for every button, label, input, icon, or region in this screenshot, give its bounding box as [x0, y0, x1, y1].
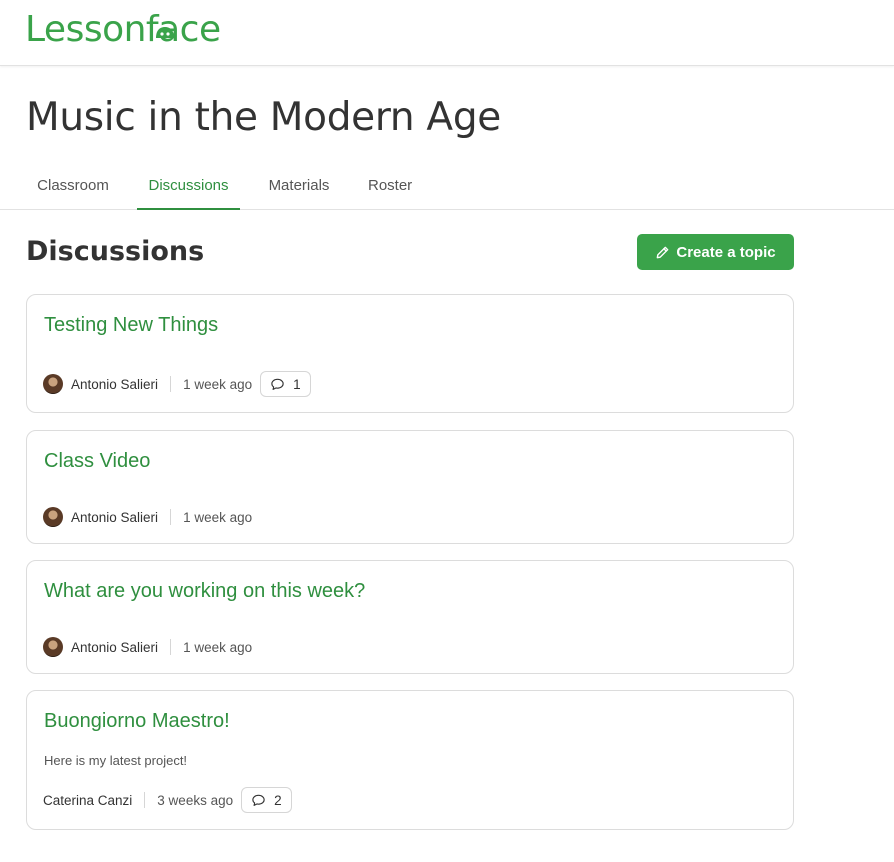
meta-divider [170, 509, 172, 525]
topic-title[interactable]: Buongiorno Maestro! [44, 708, 230, 734]
pencil-icon [657, 246, 669, 258]
section-title: Discussions [26, 236, 205, 267]
tab-classroom[interactable]: Classroom [26, 166, 120, 210]
topic-time: 1 week ago [183, 509, 253, 525]
meta-divider [170, 639, 172, 655]
lessonface-logo[interactable]: Lessonface [25, 10, 221, 50]
topic-time: 1 week ago [183, 376, 253, 392]
topic-meta: Antonio Salieri 1 week ago [43, 634, 252, 660]
logo-text: Lessonface [25, 9, 221, 50]
topic-time: 1 week ago [183, 639, 253, 655]
topic-author: Antonio Salieri [71, 509, 159, 525]
topic-author: Caterina Canzi [43, 792, 133, 808]
tab-roster[interactable]: Roster [358, 166, 422, 210]
topic-meta: Antonio Salieri 1 week ago [43, 504, 252, 530]
topic-card[interactable]: Testing New Things Antonio Salieri 1 wee… [26, 294, 794, 413]
page-title: Music in the Modern Age [26, 95, 501, 140]
comment-count-badge[interactable]: 1 [260, 371, 311, 397]
topic-author: Antonio Salieri [71, 376, 159, 392]
speech-bubble-icon [252, 794, 265, 806]
comment-count-badge[interactable]: 2 [241, 787, 292, 813]
comment-count: 1 [293, 376, 301, 392]
topic-meta: Caterina Canzi 3 weeks ago 2 [43, 787, 292, 813]
topic-card[interactable]: What are you working on this week? Anton… [26, 560, 794, 674]
create-topic-label: Create a topic [676, 243, 776, 261]
topic-title[interactable]: What are you working on this week? [44, 578, 365, 604]
tab-discussions[interactable]: Discussions [137, 166, 240, 210]
logo-cat-icon [156, 27, 174, 38]
tab-materials[interactable]: Materials [257, 166, 341, 210]
topic-time: 3 weeks ago [157, 792, 234, 808]
course-tabs: Classroom Discussions Materials Roster [0, 166, 894, 210]
topic-card[interactable]: Class Video Antonio Salieri 1 week ago [26, 430, 794, 544]
create-topic-button[interactable]: Create a topic [637, 234, 794, 270]
meta-divider [144, 792, 146, 808]
meta-divider [170, 376, 172, 392]
site-header: Lessonface [0, 0, 894, 66]
speech-bubble-icon [271, 378, 284, 390]
topic-meta: Antonio Salieri 1 week ago 1 [43, 371, 311, 397]
topic-excerpt: Here is my latest project! [44, 753, 188, 768]
avatar [43, 507, 63, 527]
topic-title[interactable]: Class Video [44, 448, 150, 474]
topic-author: Antonio Salieri [71, 639, 159, 655]
topic-card[interactable]: Buongiorno Maestro! Here is my latest pr… [26, 690, 794, 830]
avatar [43, 637, 63, 657]
topic-title[interactable]: Testing New Things [44, 312, 218, 338]
avatar [43, 374, 63, 394]
comment-count: 2 [274, 792, 282, 808]
